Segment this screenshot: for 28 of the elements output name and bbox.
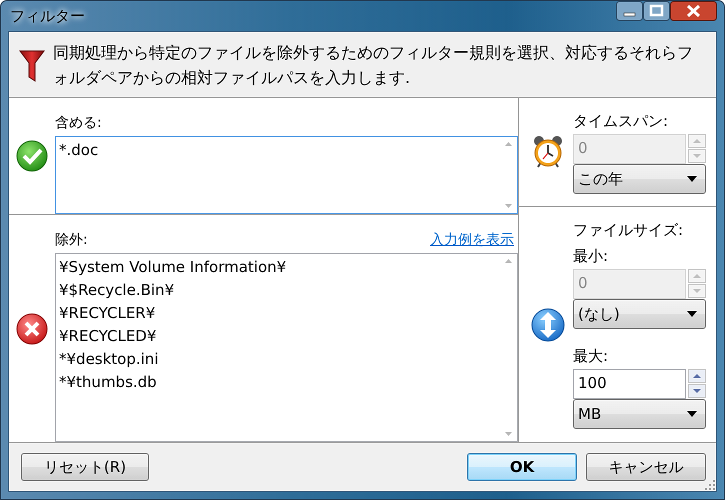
checkmark-icon — [16, 140, 48, 172]
text-area[interactable]: *.doc — [55, 136, 518, 214]
caret-icon — [687, 176, 697, 182]
cross-icon — [16, 312, 48, 344]
caret-icon — [687, 411, 697, 417]
ok-button[interactable]: OK — [467, 453, 577, 481]
alarm-clock-icon — [532, 135, 564, 169]
timespan-label: タイムスパン: — [573, 110, 670, 132]
minimize-button[interactable] — [616, 1, 643, 21]
dropdown[interactable]: MB — [573, 399, 706, 429]
reset-button[interactable]: リセット(R) — [21, 453, 149, 481]
exclude-label: 除外: — [55, 231, 88, 249]
maximize-button[interactable] — [643, 1, 670, 21]
cancel-button[interactable]: キャンセル — [586, 453, 706, 481]
caret-icon — [687, 311, 697, 317]
description-text: 同期処理から特定のファイルを除外するためのフィルター規則を選択、対応するそれらフォルダペアからの相対ファイルパスを入力します. — [53, 42, 693, 88]
spin-up-button[interactable] — [688, 369, 706, 383]
minimum-label: 最小: — [573, 246, 610, 266]
file-size-label: ファイルサイズ: — [573, 220, 684, 240]
close-button[interactable] — [670, 1, 717, 21]
spin-field[interactable]: 100 — [573, 369, 686, 399]
resize-grip-icon — [705, 480, 715, 490]
maximum-label: 最大: — [573, 346, 610, 366]
include-label: 含める: — [55, 114, 102, 132]
show-examples-link[interactable]: 入力例を表示 — [430, 231, 514, 249]
text-area[interactable]: ¥System Volume Information¥ ¥$Recycle.Bin¥ ¥RECYCLER¥ ¥RECYCLED¥ *¥desktop.ini *¥thumbs.db — [55, 253, 518, 442]
spin-down-button[interactable] — [688, 384, 706, 398]
window-title: フィルター — [9, 6, 85, 26]
